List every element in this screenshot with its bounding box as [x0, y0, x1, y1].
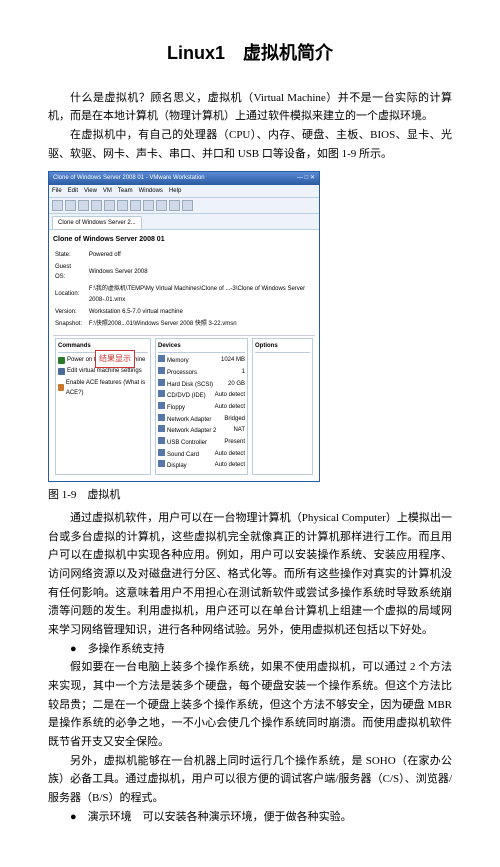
meta-os-key: Guest OS: [55, 262, 87, 282]
bullet-demo-env-label: 演示环境 [88, 811, 132, 823]
bullet-demo-env-text: 可以安装各种演示环境，便于做各种实验。 [143, 811, 352, 823]
device-row[interactable]: Hard Disk (SCSI)20 GB [158, 379, 245, 390]
meta-ver-key: Version: [55, 307, 87, 317]
device-row[interactable]: Processors1 [158, 367, 245, 378]
toolbar-icon[interactable] [78, 200, 89, 211]
window-titlebar: Clone of Windows Server 2008 01 - VMware… [49, 172, 319, 184]
toolbar-icon[interactable] [104, 200, 115, 211]
floppy-icon [158, 402, 165, 409]
disk-icon [158, 379, 165, 386]
options-header: Options [255, 341, 310, 353]
meta-snap-key: Snapshot: [55, 319, 87, 329]
window-controls: — □ ✕ [297, 173, 315, 183]
tab-active[interactable]: Clone of Windows Server 2... [52, 216, 142, 229]
figure-vm-screenshot: Clone of Windows Server 2008 01 - VMware… [48, 171, 452, 482]
vm-summary-pane: Clone of Windows Server 2008 01 State:Po… [49, 230, 319, 481]
toolbar-icon[interactable] [156, 200, 167, 211]
tab-strip[interactable]: Clone of Windows Server 2... [49, 214, 319, 230]
options-panel: Options [252, 338, 313, 475]
meta-loc-value: F:\我的虚拟机\TEMP\My Virtual Machines\Clone … [89, 284, 313, 304]
devices-header: Devices [158, 341, 245, 353]
toolbar-icon[interactable] [117, 200, 128, 211]
nic-icon [158, 414, 165, 421]
meta-os-value: Windows Server 2008 [89, 262, 313, 282]
play-icon [58, 357, 65, 364]
menu-help[interactable]: Help [169, 186, 181, 196]
menu-bar[interactable]: File Edit View VM Team Windows Help [49, 185, 319, 198]
page-title: Linux1 虚拟机简介 [48, 38, 452, 69]
paragraph-intro-2: 在虚拟机中，有自己的处理器（CPU）、内存、硬盘、主板、BIOS、显卡、光驱、软… [48, 126, 452, 163]
meta-state-value: Powered off [89, 250, 313, 260]
device-row[interactable]: USB ControllerPresent [158, 437, 245, 448]
menu-view[interactable]: View [84, 186, 97, 196]
device-row[interactable]: Sound CardAuto detect [158, 449, 245, 460]
paragraph-after-figure: 通过虚拟机软件，用户可以在一台物理计算机（Physical Computer）上… [48, 509, 452, 640]
menu-vm[interactable]: VM [103, 186, 112, 196]
nic-icon [158, 425, 165, 432]
device-row[interactable]: CD/DVD (IDE)Auto detect [158, 390, 245, 401]
toolbar-icon[interactable] [143, 200, 154, 211]
cpu-icon [158, 367, 165, 374]
menu-file[interactable]: File [52, 186, 62, 196]
device-row[interactable]: DisplayAuto detect [158, 460, 245, 471]
toolbar-icon[interactable] [169, 200, 180, 211]
toolbar-icon[interactable] [52, 200, 63, 211]
paragraph-multi-os-1: 假如要在一台电脑上装多个操作系统，如果不使用虚拟机，可以通过 2 个方法来实现，… [48, 658, 452, 751]
cmd-enable-ace[interactable]: Enable ACE features (What is ACE?) [58, 378, 148, 398]
paragraph-multi-os-2: 另外，虚拟机能够在一台机器上同时运行几个操作系统，是 SOHO（在家办公族）必备… [48, 752, 452, 808]
window-title-text: Clone of Windows Server 2008 01 - VMware… [53, 173, 205, 183]
toolbar-icon[interactable] [65, 200, 76, 211]
menu-edit[interactable]: Edit [68, 186, 78, 196]
meta-state-key: State: [55, 250, 87, 260]
vmware-window: Clone of Windows Server 2008 01 - VMware… [48, 171, 320, 482]
usb-icon [158, 437, 165, 444]
vm-name-heading: Clone of Windows Server 2008 01 [53, 234, 315, 246]
device-row[interactable]: FloppyAuto detect [158, 402, 245, 413]
menu-windows[interactable]: Windows [139, 186, 163, 196]
device-row[interactable]: Network AdapterBridged [158, 414, 245, 425]
bullet-multi-os-label: 多操作系统支持 [88, 643, 165, 655]
bullet-multi-os: ● 多操作系统支持 [70, 640, 452, 659]
toolbar-icon[interactable] [91, 200, 102, 211]
device-row[interactable]: Network Adapter 2NAT [158, 425, 245, 436]
vm-meta-table: State:Powered off Guest OS:Windows Serve… [53, 248, 315, 331]
cd-icon [158, 390, 165, 397]
ace-icon [58, 384, 64, 391]
toolbar-icon[interactable] [130, 200, 141, 211]
figure-caption: 图 1-9 虚拟机 [48, 486, 452, 505]
menu-team[interactable]: Team [118, 186, 133, 196]
gear-icon [58, 368, 65, 375]
device-row[interactable]: Memory1024 MB [158, 355, 245, 366]
meta-ver-value: Workstation 6.5-7.0 virtual machine [89, 307, 313, 317]
cmd-edit-settings[interactable]: Edit virtual machine settings [58, 366, 148, 376]
meta-loc-key: Location: [55, 284, 87, 304]
toolbar[interactable] [49, 198, 319, 214]
commands-panel: Commands Power on this virtual machine E… [55, 338, 151, 475]
memory-icon [158, 355, 165, 362]
toolbar-icon[interactable] [182, 200, 193, 211]
devices-panel: Devices Memory1024 MB Processors1 Hard D… [155, 338, 248, 475]
meta-snap-value: F:\快照2008...01\Windows Server 2008 快照 3-… [89, 319, 313, 329]
paragraph-intro-1: 什么是虚拟机？顾名思义，虚拟机（Virtual Machine）并不是一台实际的… [48, 89, 452, 126]
bullet-demo-env: ● 演示环境 可以安装各种演示环境，便于做各种实验。 [70, 808, 452, 827]
sound-icon [158, 449, 165, 456]
callout-result: 结果显示 [95, 350, 135, 368]
display-icon [158, 460, 165, 467]
